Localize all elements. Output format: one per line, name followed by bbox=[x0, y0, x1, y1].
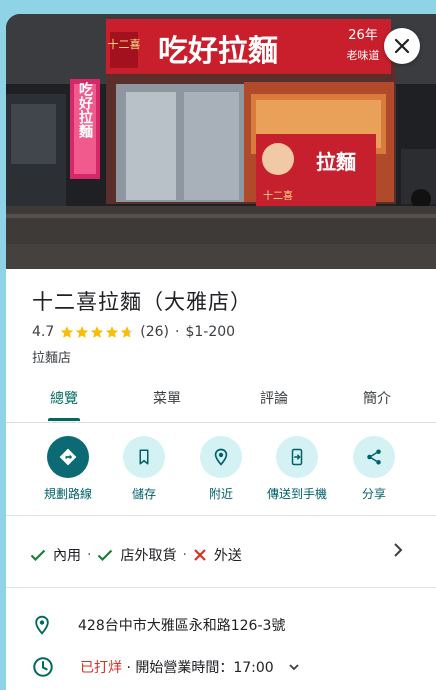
service-takeout: 店外取貨 bbox=[97, 545, 176, 565]
sign-side-text-2: 老味道 bbox=[347, 48, 380, 62]
nearby-button[interactable]: 附近 bbox=[180, 436, 262, 502]
service-separator: · bbox=[182, 547, 187, 563]
divider bbox=[6, 515, 436, 516]
close-button[interactable] bbox=[384, 28, 420, 64]
share-icon bbox=[367, 449, 381, 465]
address-text: 428台中市大雅區永和路126-3號 bbox=[78, 618, 286, 634]
active-tab-indicator bbox=[48, 418, 80, 421]
directions-icon bbox=[59, 448, 77, 466]
side-banner-text: 拉麵 bbox=[316, 150, 356, 174]
tab-menu[interactable]: 菜單 bbox=[153, 388, 181, 408]
sign-main-text: 吃好拉麵 bbox=[158, 34, 278, 69]
review-count[interactable]: (26) bbox=[140, 324, 169, 340]
tab-overview[interactable]: 總覽 bbox=[50, 388, 78, 408]
rating-value: 4.7 bbox=[32, 324, 55, 340]
share-label: 分享 bbox=[361, 487, 386, 501]
chevron-down-icon[interactable] bbox=[288, 662, 300, 672]
nearby-icon bbox=[214, 448, 228, 466]
star-icon bbox=[61, 326, 74, 338]
hours-status: 已打烊 bbox=[80, 660, 122, 676]
price-range: $1-200 bbox=[185, 324, 236, 340]
service-delivery: 外送 bbox=[193, 545, 242, 565]
hours-row[interactable]: 已打烊 · 開始營業時間：17:00 bbox=[32, 656, 300, 678]
hours-separator: · bbox=[126, 660, 131, 676]
location-pin-icon bbox=[35, 615, 49, 635]
rating-row[interactable]: 4.7 (26) · $1-200 bbox=[32, 324, 235, 340]
tab-bar: 總覽 菜單 評論 簡介 bbox=[6, 376, 436, 423]
rating-separator: · bbox=[175, 324, 180, 340]
bookmark-icon bbox=[139, 449, 149, 465]
place-photo[interactable]: 十二喜 吃好拉麵 26年 老味道 吃好拉麵 拉麵 十二喜 bbox=[6, 14, 436, 269]
tab-reviews[interactable]: 評論 bbox=[260, 388, 288, 408]
chevron-right-icon[interactable] bbox=[392, 542, 404, 558]
directions-label: 規劃路線 bbox=[43, 487, 92, 501]
divider bbox=[6, 587, 436, 588]
star-half-icon bbox=[121, 326, 134, 338]
side-banner-brand: 十二喜 bbox=[263, 189, 293, 202]
directions-button[interactable]: 規劃路線 bbox=[27, 436, 109, 502]
service-dine-in: 內用 bbox=[30, 545, 81, 565]
star-icon bbox=[106, 326, 119, 338]
service-separator: · bbox=[87, 547, 92, 563]
place-card: 十二喜 吃好拉麵 26年 老味道 吃好拉麵 拉麵 十二喜 十二喜拉麵（大雅店） … bbox=[6, 14, 436, 690]
send-to-phone-icon bbox=[291, 448, 303, 466]
tab-about[interactable]: 簡介 bbox=[363, 388, 391, 408]
place-title: 十二喜拉麵（大雅店） bbox=[32, 290, 252, 314]
check-icon bbox=[98, 549, 113, 562]
sign-badge-text: 十二喜 bbox=[108, 37, 141, 51]
star-rating bbox=[60, 325, 134, 339]
nearby-label: 附近 bbox=[208, 487, 233, 501]
send-to-phone-button[interactable]: 傳送到手機 bbox=[256, 436, 338, 502]
service-options-row[interactable]: 內用 · 店外取貨 · 外送 bbox=[30, 543, 410, 567]
sign-side-text-1: 26年 bbox=[348, 28, 378, 43]
place-category[interactable]: 拉麵店 bbox=[32, 347, 71, 366]
save-button[interactable]: 儲存 bbox=[103, 436, 185, 502]
close-icon bbox=[394, 38, 410, 54]
save-label: 儲存 bbox=[131, 487, 156, 501]
send-to-phone-label: 傳送到手機 bbox=[266, 487, 327, 501]
address-row[interactable]: 428台中市大雅區永和路126-3號 bbox=[32, 614, 285, 636]
storefront-image: 十二喜 吃好拉麵 26年 老味道 吃好拉麵 拉麵 十二喜 bbox=[6, 14, 436, 269]
dine-in-label: 內用 bbox=[53, 548, 81, 564]
star-icon bbox=[76, 326, 89, 338]
cross-icon bbox=[194, 549, 206, 561]
clock-icon bbox=[33, 657, 53, 677]
hours-next-open: 開始營業時間：17:00 bbox=[135, 660, 274, 676]
star-icon bbox=[91, 326, 104, 338]
check-icon bbox=[30, 549, 46, 562]
share-button[interactable]: 分享 bbox=[333, 436, 415, 502]
vertical-sign-text: 吃好拉麵 bbox=[77, 81, 94, 139]
delivery-label: 外送 bbox=[213, 548, 242, 564]
takeout-label: 店外取貨 bbox=[120, 548, 177, 564]
